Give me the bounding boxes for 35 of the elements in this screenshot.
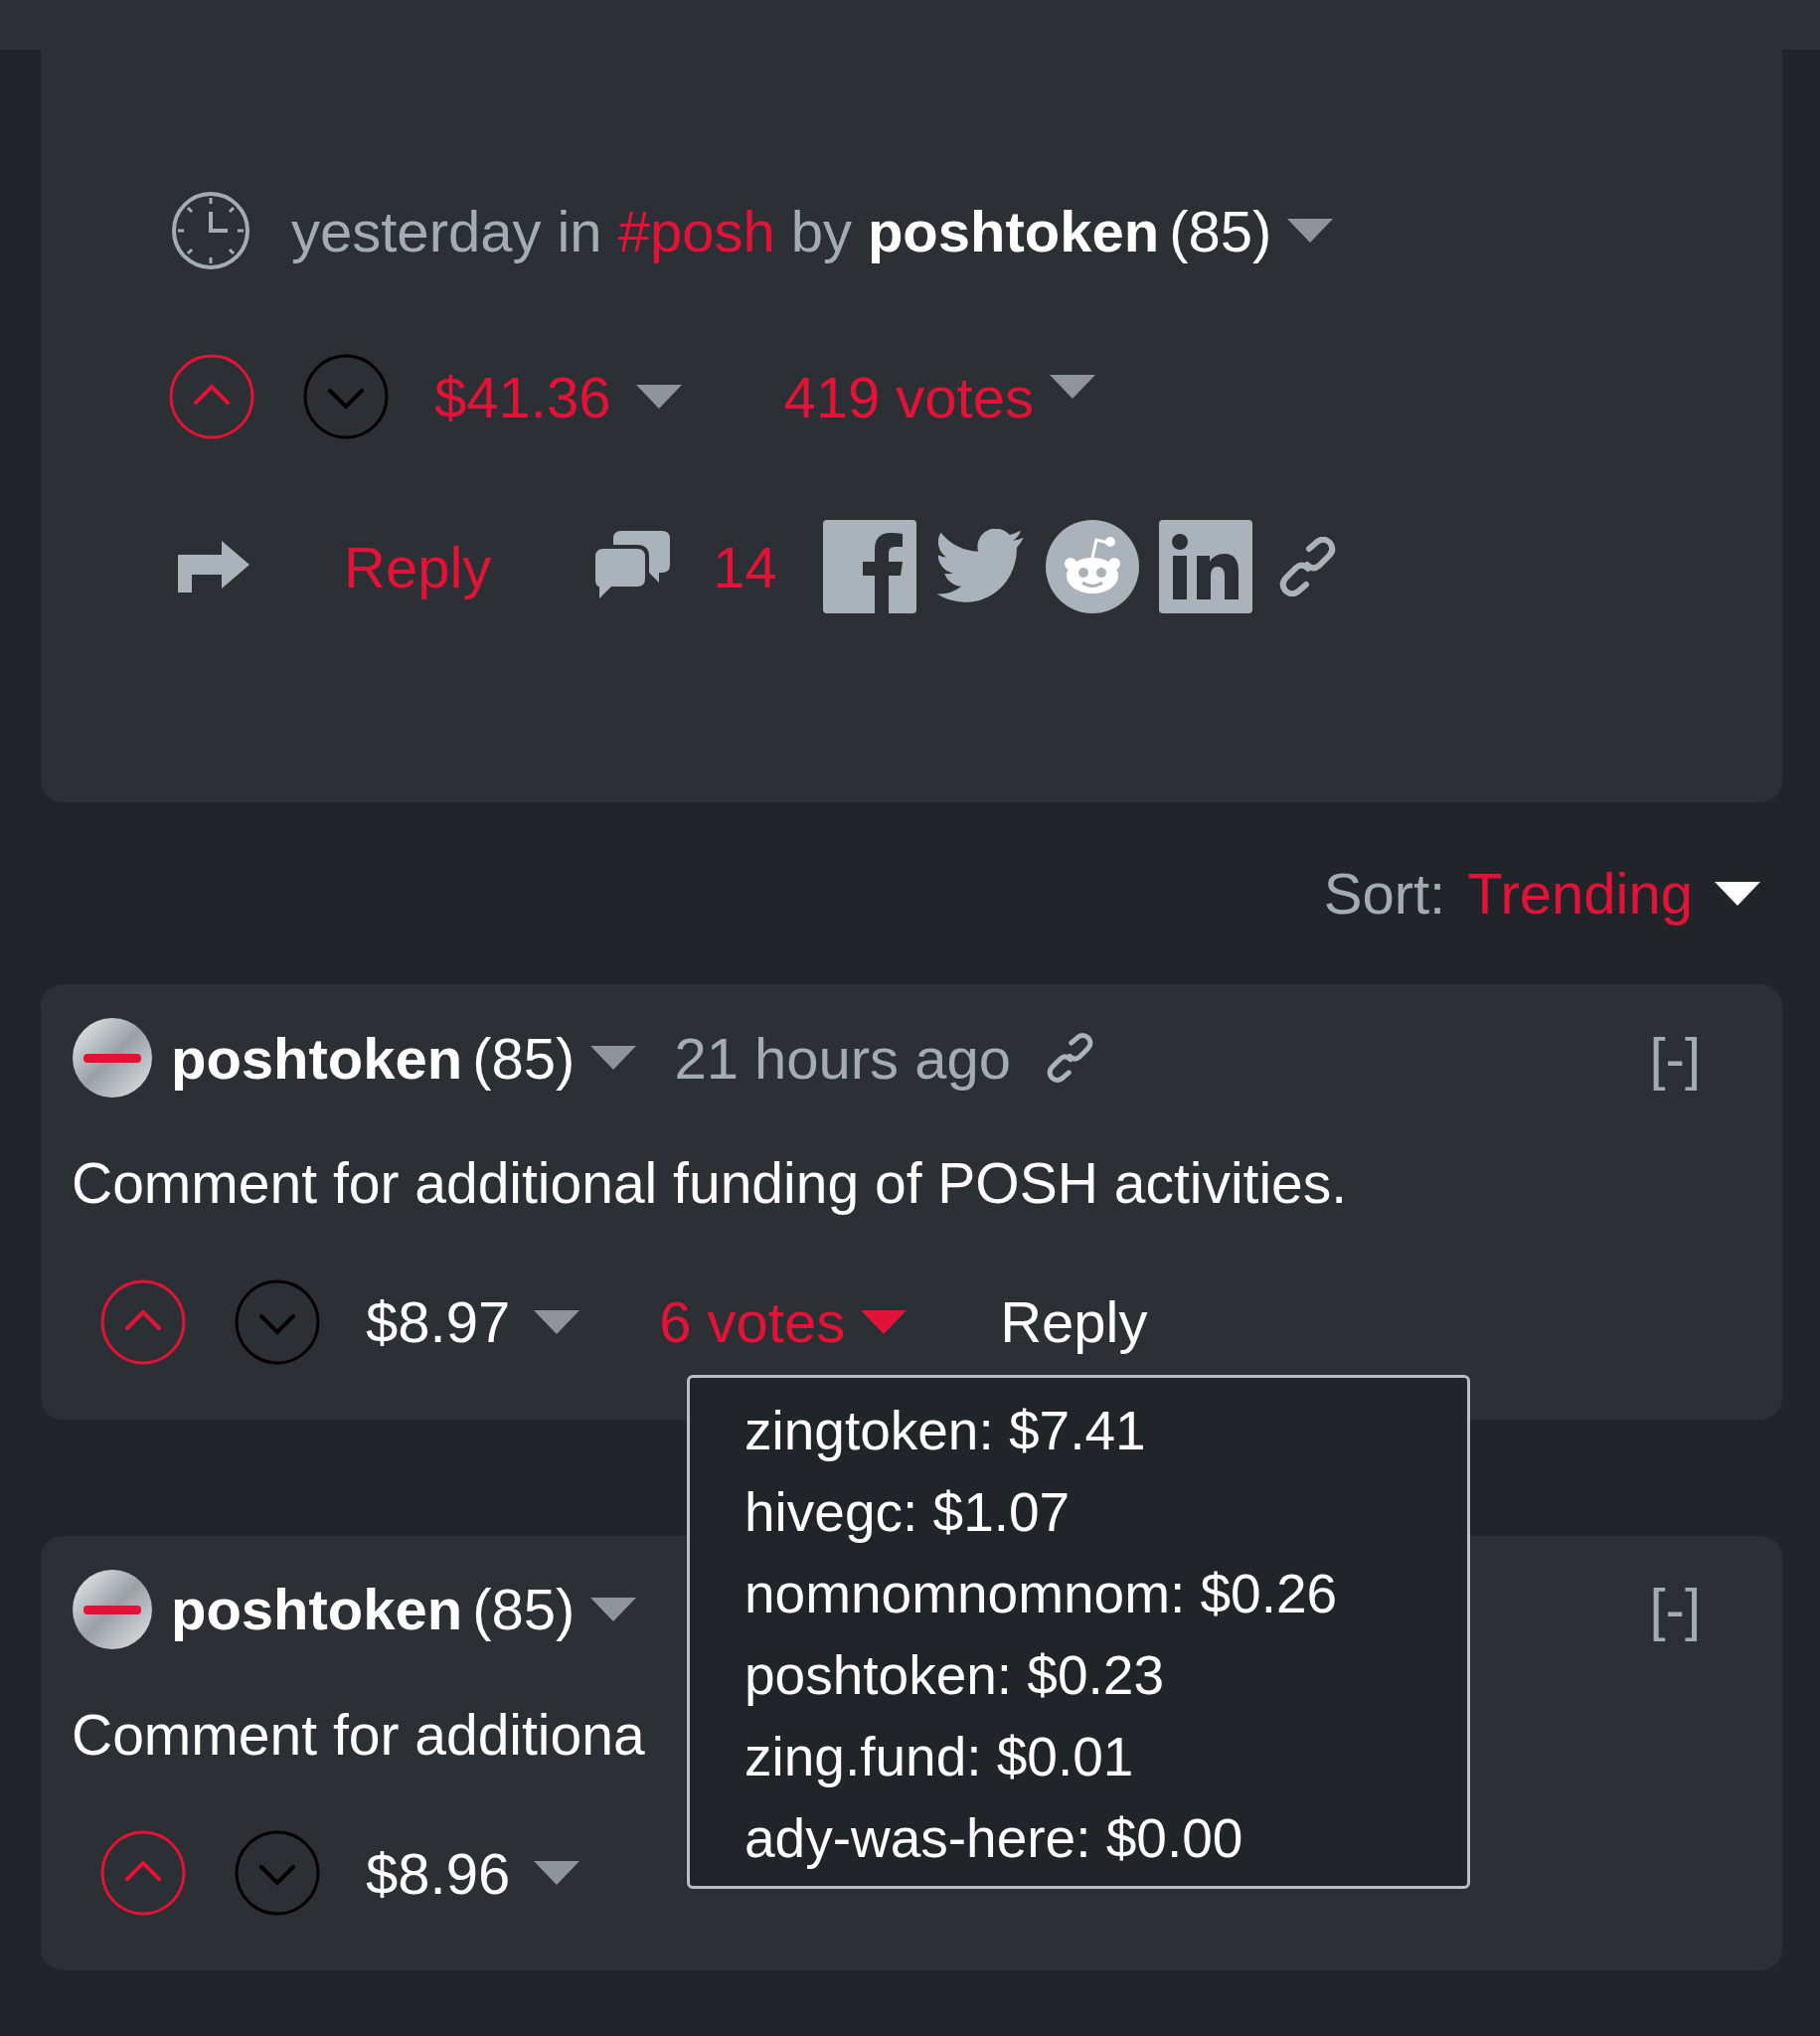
sort-dropdown[interactable]: Trending xyxy=(1467,850,1693,936)
upvote-button[interactable] xyxy=(99,1277,187,1366)
caret-icon[interactable] xyxy=(1715,881,1760,906)
collapse-toggle[interactable]: [-] xyxy=(1649,1566,1701,1652)
linkedin-icon[interactable] xyxy=(1158,520,1252,613)
voter-entry: zing.fund: $0.01 xyxy=(745,1725,1135,1789)
author-link[interactable]: poshtoken xyxy=(171,1014,463,1102)
author-link[interactable]: poshtoken xyxy=(171,1566,463,1652)
upvote-button[interactable] xyxy=(168,353,255,440)
payout-amount[interactable]: $8.96 xyxy=(366,1829,511,1917)
comment-text: Comment for additional funding of POSH activities. xyxy=(72,1150,1348,1217)
comment-text: Comment for additiona xyxy=(72,1701,645,1769)
facebook-icon[interactable] xyxy=(822,520,916,613)
sort-label: Sort: xyxy=(1323,860,1446,928)
post-time: yesterday xyxy=(291,197,542,265)
comment-time: 21 hours ago xyxy=(674,1024,1011,1093)
voter-entry: poshtoken: $0.23 xyxy=(745,1643,1165,1708)
link-icon[interactable] xyxy=(1047,1031,1093,1085)
voter-entry: hivegc: $1.07 xyxy=(745,1480,1072,1545)
author-link[interactable]: poshtoken xyxy=(867,187,1160,274)
author-reputation: (85) xyxy=(472,1576,576,1643)
clock-icon xyxy=(170,190,251,271)
author-reputation: (85) xyxy=(1169,197,1272,265)
voter-entry: nomnomnomnom: $0.26 xyxy=(745,1562,1339,1626)
link-icon[interactable] xyxy=(1278,537,1336,596)
voter-entry: ady-was-here: $0.00 xyxy=(745,1806,1244,1871)
payout-amount[interactable]: $8.97 xyxy=(366,1278,511,1365)
voter-entry: zingtoken: $7.41 xyxy=(745,1399,1147,1463)
author-reputation: (85) xyxy=(472,1024,576,1093)
collapse-toggle[interactable]: [-] xyxy=(1649,1014,1701,1102)
reply-link[interactable]: Reply xyxy=(1000,1278,1148,1365)
upvote-button[interactable] xyxy=(99,1829,187,1917)
alien-face-icon[interactable] xyxy=(1045,520,1139,613)
meta-text: by xyxy=(790,197,852,265)
meta-text: in xyxy=(557,197,602,265)
